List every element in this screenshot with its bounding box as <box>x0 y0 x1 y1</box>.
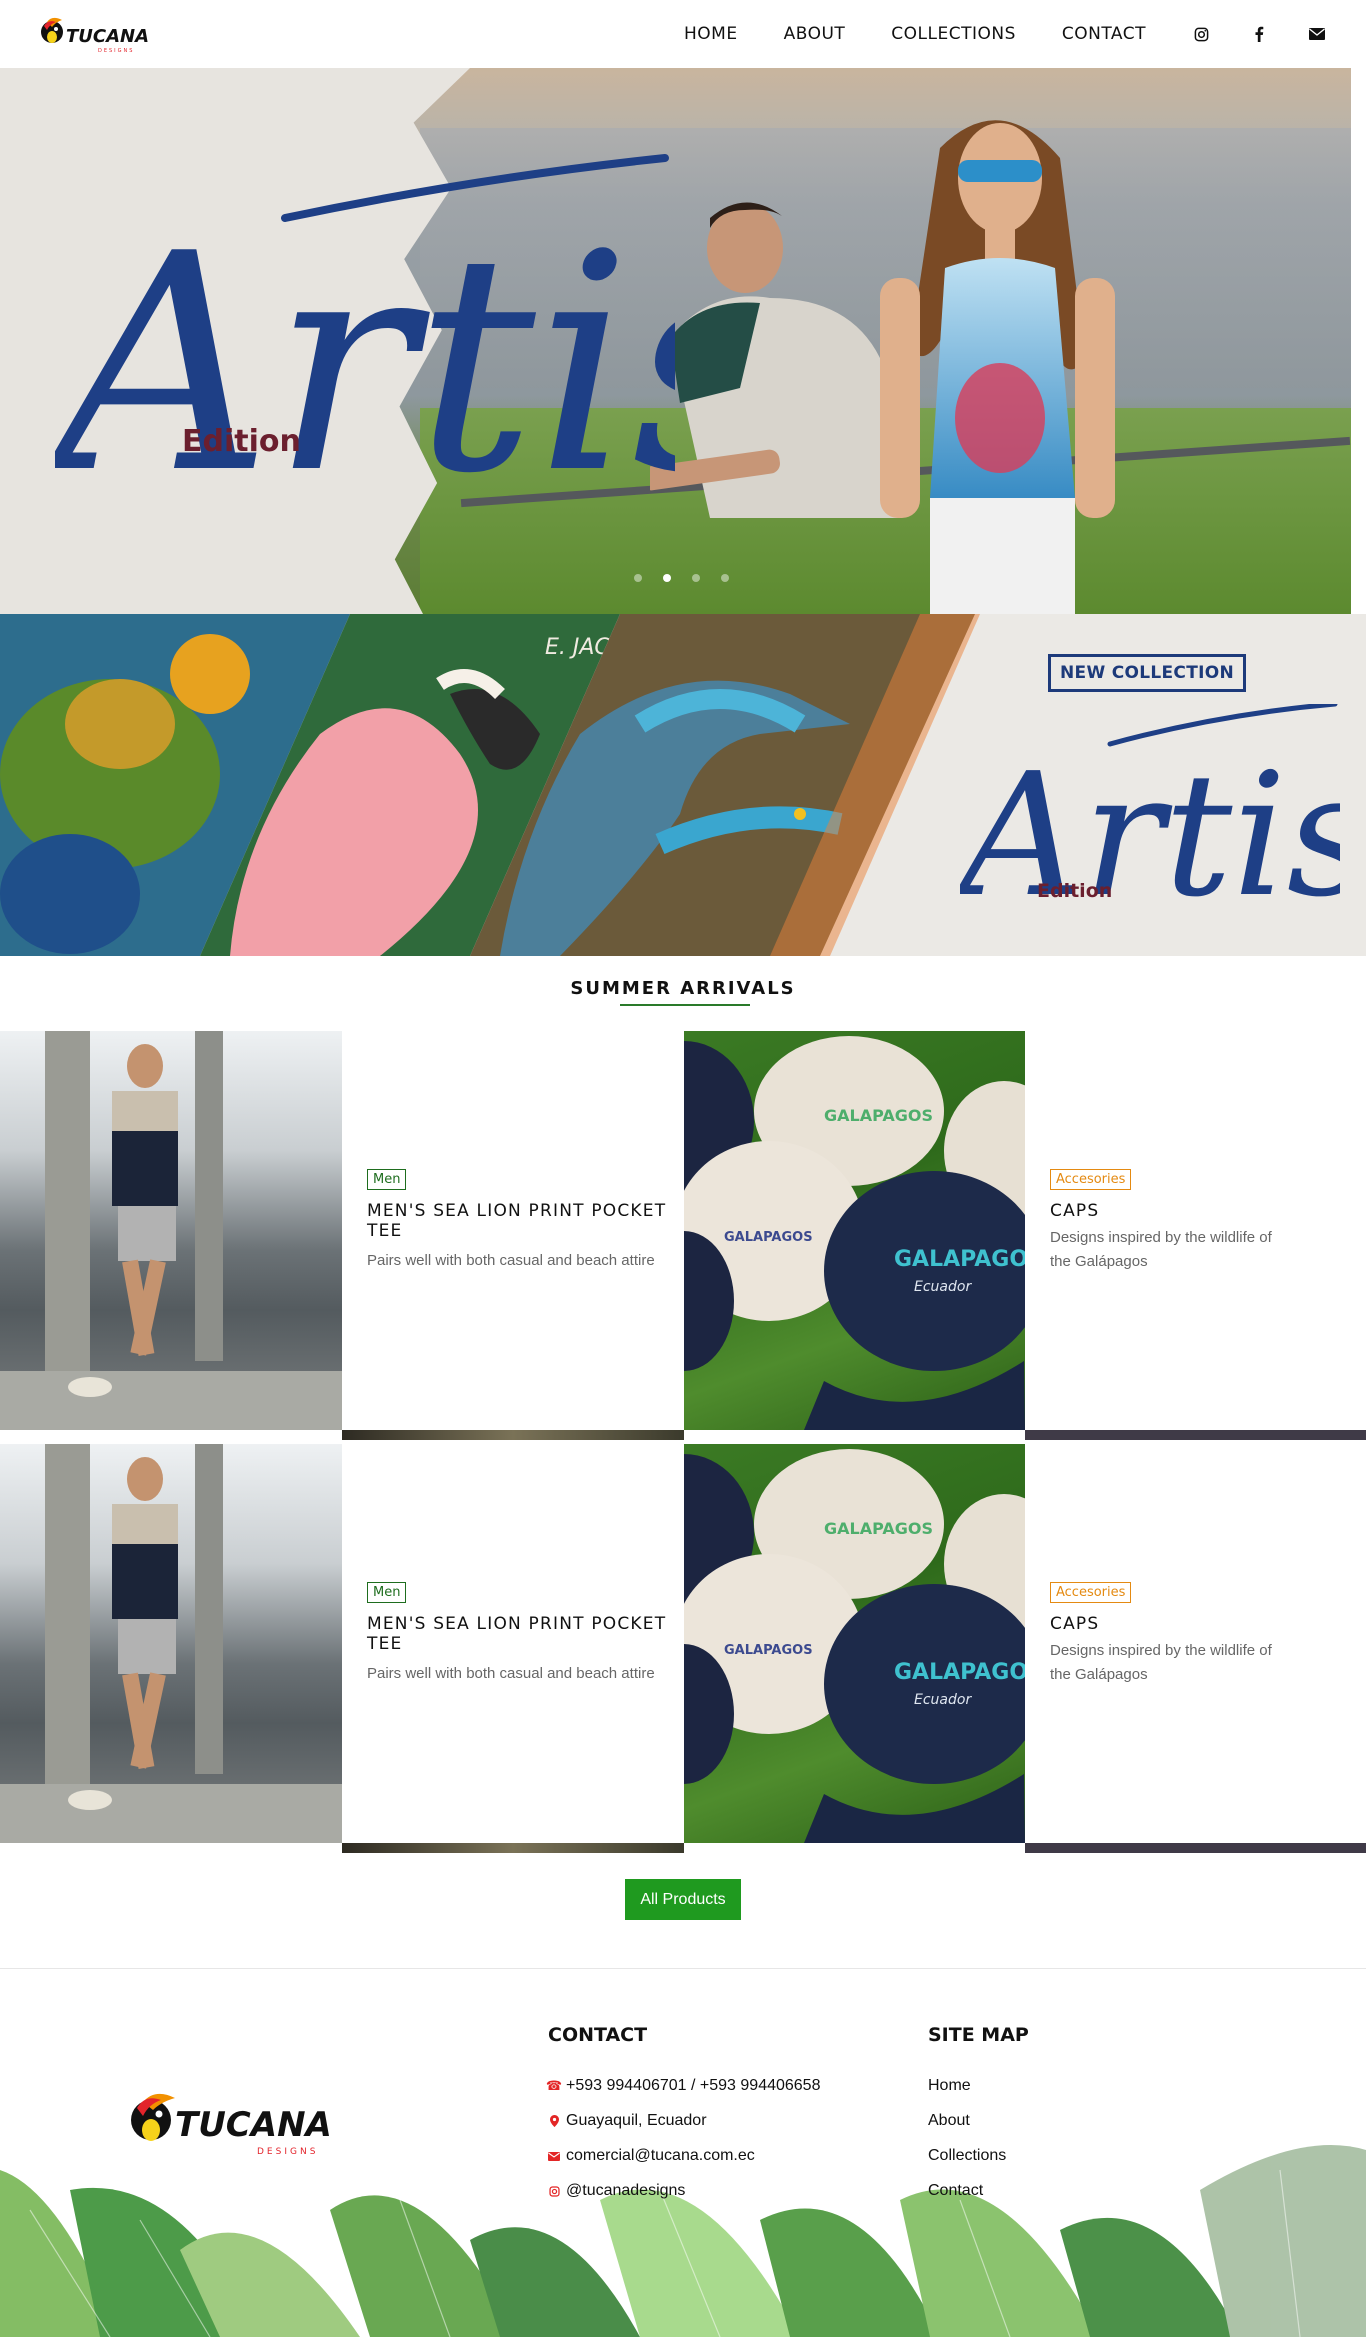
hero-slider[interactable]: Artist Edition <box>0 68 1351 614</box>
product-title-line: TEE <box>367 1634 403 1654</box>
product-card-tee[interactable]: Men MEN'S SEA LION PRINT POCKET TEE Pair… <box>342 1031 684 1430</box>
sitemap-link-collections[interactable]: Collections <box>928 2147 1006 2165</box>
product-image-tee[interactable] <box>0 1444 342 1843</box>
slider-dots <box>634 574 729 582</box>
category-tag-accesories[interactable]: Accesories <box>1050 1582 1132 1603</box>
phone-icon: ☎ <box>545 2078 563 2093</box>
nav-contact[interactable]: CONTACT <box>1062 24 1146 44</box>
hero-artist-script: Artist <box>55 154 675 539</box>
logo-sub: DESIGNS <box>98 48 134 54</box>
instagram-icon <box>548 2185 560 2197</box>
footer-tucana-logo[interactable]: TUCANA DESIGNS <box>125 2080 340 2162</box>
footer-logo-text: TUCANA <box>175 2105 332 2145</box>
product-title: CAPS <box>1050 1614 1100 1634</box>
nav-collections[interactable]: COLLECTIONS <box>891 24 1016 44</box>
nav-links: HOME ABOUT COLLECTIONS CONTACT <box>684 0 1366 68</box>
sitemap-link-home[interactable]: Home <box>928 2077 971 2095</box>
svg-text:Ecuador: Ecuador <box>914 1692 972 1708</box>
banner-edition-label: Edition <box>1037 880 1113 902</box>
card-bottom-strip <box>1025 1430 1366 1440</box>
top-nav: TUCANA DESIGNS HOME ABOUT COLLECTIONS CO… <box>0 0 1366 68</box>
contact-email-text: comercial@tucana.com.ec <box>566 2147 755 2164</box>
svg-text:GALAPAGOS: GALAPAGOS <box>894 1247 1025 1272</box>
product-image-caps[interactable]: GALAPAGOS Ecuador GALAPAGOS GALAPAGOS <box>684 1031 1025 1430</box>
all-products-button[interactable]: All Products <box>625 1879 741 1920</box>
product-title: MEN'S SEA LION PRINT POCKET TEE <box>367 1614 666 1654</box>
svg-text:GALAPAGOS: GALAPAGOS <box>894 1660 1025 1685</box>
slider-dot[interactable] <box>692 574 700 582</box>
product-description-line: the Galápagos <box>1050 1253 1148 1270</box>
contact-location-text: Guayaquil, Ecuador <box>566 2112 707 2129</box>
nav-about[interactable]: ABOUT <box>784 24 846 44</box>
svg-text:GALAPAGOS: GALAPAGOS <box>724 1230 813 1245</box>
instagram-icon[interactable] <box>1192 25 1210 43</box>
slider-dot[interactable] <box>634 574 642 582</box>
card-bottom-strip <box>342 1843 684 1853</box>
sitemap-link-about[interactable]: About <box>928 2112 970 2130</box>
contact-location: Guayaquil, Ecuador <box>548 2112 707 2130</box>
svg-text:GALAPAGOS: GALAPAGOS <box>724 1643 813 1658</box>
product-description: Pairs well with both casual and beach at… <box>367 1252 655 1269</box>
product-description: Designs inspired by the wildlife of the … <box>1050 1639 1272 1687</box>
sitemap-link-contact[interactable]: Contact <box>928 2182 983 2200</box>
product-description: Pairs well with both casual and beach at… <box>367 1665 655 1682</box>
product-card-tee[interactable]: Men MEN'S SEA LION PRINT POCKET TEE Pair… <box>342 1444 684 1843</box>
product-description-line: the Galápagos <box>1050 1666 1148 1683</box>
section-underline <box>620 1004 750 1006</box>
contact-phone-text: +593 994406701 / +593 994406658 <box>566 2077 821 2094</box>
product-card-caps[interactable]: Accesories CAPS Designs inspired by the … <box>1025 1444 1366 1843</box>
footer-logo-sub: DESIGNS <box>257 2147 318 2157</box>
svg-text:Artist: Artist <box>55 190 675 539</box>
contact-phone[interactable]: ☎ +593 994406701 / +593 994406658 <box>545 2077 821 2095</box>
envelope-icon[interactable] <box>1308 25 1326 43</box>
svg-text:Ecuador: Ecuador <box>914 1279 972 1295</box>
category-tag-accesories[interactable]: Accesories <box>1050 1169 1132 1190</box>
product-image-tee[interactable] <box>0 1031 342 1430</box>
slider-dot-active[interactable] <box>663 574 671 582</box>
new-collection-badge: NEW COLLECTION <box>1048 654 1246 692</box>
facebook-icon[interactable] <box>1250 25 1268 43</box>
logo-text: TUCANA <box>66 26 149 47</box>
banner-artist-script: Artist <box>960 704 1340 935</box>
section-title: SUMMER ARRIVALS <box>570 978 796 999</box>
envelope-icon <box>548 2151 560 2161</box>
contact-email[interactable]: comercial@tucana.com.ec <box>548 2147 755 2165</box>
new-collection-banner[interactable]: E. JACOME NEW COLLECTION Artist Edition <box>0 614 1366 956</box>
contact-instagram-text: @tucanadesigns <box>566 2182 686 2199</box>
wildlife-painting: E. JACOME <box>0 614 980 956</box>
contact-heading: CONTACT <box>548 2024 648 2046</box>
product-title: MEN'S SEA LION PRINT POCKET TEE <box>367 1201 666 1241</box>
tucana-logo[interactable]: TUCANA DESIGNS <box>38 10 163 56</box>
product-card-caps[interactable]: Accesories CAPS Designs inspired by the … <box>1025 1031 1366 1430</box>
contact-instagram[interactable]: @tucanadesigns <box>548 2182 685 2200</box>
slider-dot[interactable] <box>721 574 729 582</box>
product-description-line: Designs inspired by the wildlife of <box>1050 1642 1272 1659</box>
product-title-line: MEN'S SEA LION PRINT POCKET <box>367 1614 667 1634</box>
svg-text:Artist: Artist <box>960 737 1340 935</box>
product-title-line: MEN'S SEA LION PRINT POCKET <box>367 1201 667 1221</box>
svg-text:GALAPAGOS: GALAPAGOS <box>824 1519 933 1538</box>
card-bottom-strip <box>342 1430 684 1440</box>
card-bottom-strip <box>1025 1843 1366 1853</box>
product-description-line: Designs inspired by the wildlife of <box>1050 1229 1272 1246</box>
footer-divider <box>0 1968 1366 1969</box>
product-image-caps[interactable]: GALAPAGOS Ecuador GALAPAGOS GALAPAGOS <box>684 1444 1025 1843</box>
nav-home[interactable]: HOME <box>684 24 738 44</box>
hero-edition-label: Edition <box>182 424 301 459</box>
map-marker-icon <box>548 2115 560 2127</box>
category-tag-men[interactable]: Men <box>367 1169 407 1190</box>
svg-text:GALAPAGOS: GALAPAGOS <box>824 1106 933 1125</box>
product-title-line: TEE <box>367 1221 403 1241</box>
product-description: Designs inspired by the wildlife of the … <box>1050 1226 1272 1274</box>
hero-woman-photo <box>880 120 1115 614</box>
category-tag-men[interactable]: Men <box>367 1582 407 1603</box>
product-title: CAPS <box>1050 1201 1100 1221</box>
sitemap-heading: SITE MAP <box>928 2024 1029 2046</box>
